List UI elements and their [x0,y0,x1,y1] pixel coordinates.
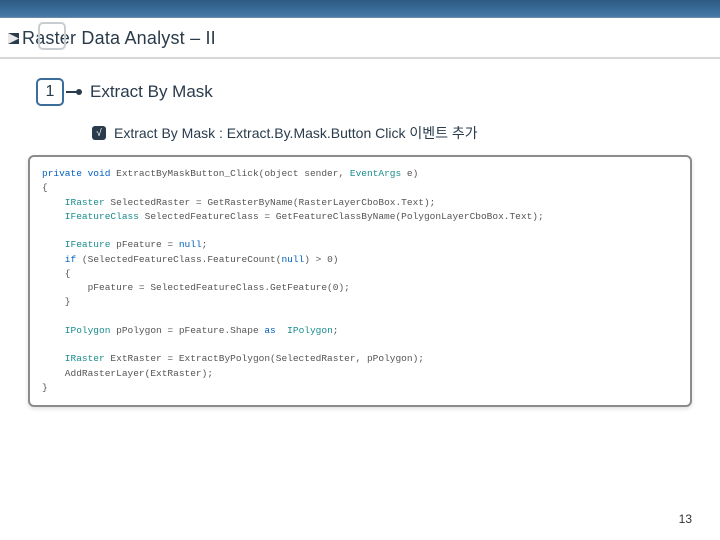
section-number: 1 [46,83,55,101]
check-icon: √ [92,126,106,140]
bullet-row: √ Extract By Mask : Extract.By.Mask.Butt… [0,105,720,149]
title-row: Raster Data Analyst – II [0,18,720,59]
slide: Raster Data Analyst – II 1 Extract By Ma… [0,0,720,540]
section-row: 1 Extract By Mask [0,59,720,105]
play-icon [8,33,19,44]
section-number-box: 1 [36,78,64,106]
code-box: private void ExtractByMaskButton_Click(o… [28,155,692,407]
code-block: private void ExtractByMaskButton_Click(o… [42,167,678,395]
connector-icon [66,91,80,93]
section-heading: Extract By Mask [90,82,213,102]
top-bar [0,0,720,18]
numbox-shadow [38,22,66,50]
page-number: 13 [679,512,692,526]
bullet-text: Extract By Mask : Extract.By.Mask.Button… [114,123,478,143]
